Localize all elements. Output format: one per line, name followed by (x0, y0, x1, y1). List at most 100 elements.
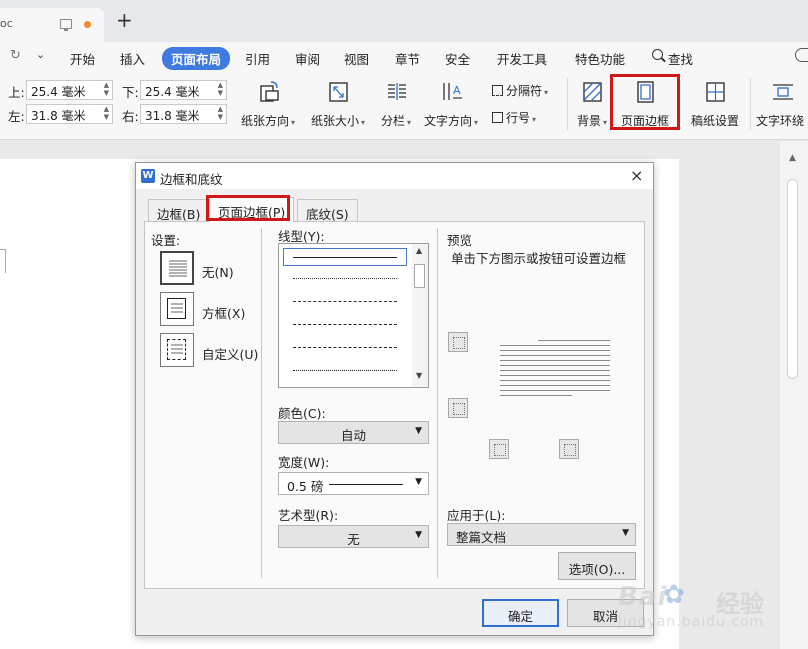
vertical-scrollbar[interactable]: ▲ (780, 141, 808, 649)
tab-borders[interactable]: 边框(B) (148, 199, 210, 222)
chevron-down-icon[interactable]: ▼ (415, 477, 422, 487)
top-border-button[interactable] (448, 332, 468, 352)
menu-security[interactable]: 安全 (445, 49, 470, 68)
redo-icon[interactable]: ↻ (10, 48, 21, 63)
background-icon (581, 80, 603, 102)
spinner-icon[interactable]: ▲ ▼ (104, 81, 109, 97)
chevron-down-icon[interactable]: ▼ (622, 528, 629, 538)
width-preview-line (329, 484, 403, 485)
linestyle-dashed-fine[interactable] (293, 301, 397, 302)
margin-right-input[interactable]: 31.8 毫米 ▲ ▼ (140, 104, 227, 124)
preview-page-lines[interactable] (500, 340, 610, 400)
line-numbers-button[interactable]: 行号 ▾ (492, 109, 536, 126)
monitor-icon[interactable] (60, 19, 72, 31)
close-icon[interactable]: × (630, 166, 643, 185)
borders-shading-dialog: W 边框和底纹 × 边框(B) 页面边框(P) 底纹(S) 设置: 无(N) 方… (135, 162, 654, 636)
options-button[interactable]: 选项(O)... (558, 552, 636, 580)
menu-chapter[interactable]: 章节 (395, 49, 420, 68)
document-tab[interactable]: oc (0, 8, 104, 42)
left-border-button[interactable] (489, 439, 509, 459)
setting-none-icon[interactable] (160, 251, 194, 285)
color-select-value: 自动 (340, 428, 366, 443)
ribbon-separator (567, 78, 568, 130)
chevron-down-icon[interactable]: ▼ (415, 530, 422, 540)
menu-insert[interactable]: 插入 (120, 49, 145, 68)
breaks-label: 分隔符 (506, 84, 543, 98)
width-label: 宽度(W): (278, 455, 330, 470)
paper-size-icon (327, 80, 349, 102)
paw-icon: ✿ (663, 580, 685, 610)
text-wrap-button[interactable]: 文字环绕 (756, 76, 808, 132)
quick-access-dropdown-icon[interactable]: ⌄ (36, 48, 45, 61)
margin-bottom-input[interactable]: 25.4 毫米 ▲ ▼ (140, 80, 227, 100)
linestyle-selected-item[interactable] (283, 248, 407, 266)
manuscript-settings-button[interactable]: 稿纸设置 (684, 76, 746, 132)
menu-references[interactable]: 引用 (245, 49, 270, 68)
menu-developer[interactable]: 开发工具 (497, 49, 547, 68)
ok-button[interactable]: 确定 (482, 599, 559, 627)
setting-none-label[interactable]: 无(N) (202, 262, 234, 281)
apply-to-select[interactable]: 整篇文档 ▼ (447, 523, 636, 546)
linestyle-dotted[interactable] (293, 278, 397, 279)
scroll-up-icon[interactable]: ▲ (416, 246, 422, 255)
spinner-icon[interactable]: ▲ ▼ (218, 81, 223, 97)
orientation-label: 纸张方向 (240, 114, 289, 128)
preview-label: 预览 (447, 233, 473, 248)
scrollbar-thumb[interactable] (414, 264, 425, 288)
paper-size-label: 纸张大小 (310, 114, 359, 128)
cloud-icon[interactable] (795, 48, 808, 62)
margin-left-label: 左: (8, 109, 25, 124)
linestyle-list[interactable]: ▲ ▼ (278, 243, 429, 388)
search-icon[interactable] (652, 49, 663, 60)
menu-home[interactable]: 开始 (70, 49, 95, 68)
bottom-border-button[interactable] (448, 398, 468, 418)
setting-box-icon[interactable] (160, 292, 194, 326)
right-border-button[interactable] (559, 439, 579, 459)
margin-left-input[interactable]: 31.8 毫米 ▲ ▼ (26, 104, 113, 124)
menu-review[interactable]: 审阅 (295, 49, 320, 68)
background-button[interactable]: 背景 ▾ (572, 76, 612, 132)
scroll-up-icon[interactable]: ▲ (789, 153, 796, 163)
scroll-down-icon[interactable]: ▼ (416, 371, 422, 380)
linestyle-scrollbar[interactable]: ▲ ▼ (412, 244, 428, 387)
options-button-label: 选项(O)... (568, 562, 626, 577)
setting-custom-label[interactable]: 自定义(U) (202, 344, 258, 363)
paper-size-button[interactable]: 纸张大小 ▾ (306, 76, 370, 132)
menu-page-layout[interactable]: 页面布局 (162, 47, 231, 70)
breaks-button[interactable]: 分隔符 ▾ (492, 82, 548, 99)
chevron-down-icon: ▾ (474, 118, 479, 127)
menu-search[interactable]: 查找 (668, 49, 693, 68)
window-tab-strip: oc + (0, 0, 808, 42)
art-select[interactable]: 无 ▼ (278, 525, 429, 548)
new-tab-icon[interactable]: + (116, 10, 133, 30)
linestyle-dashed[interactable] (293, 324, 397, 325)
scrollbar-thumb[interactable] (787, 179, 798, 379)
ok-button-label: 确定 (507, 609, 533, 624)
columns-button[interactable]: 分栏 ▾ (374, 76, 418, 132)
color-select[interactable]: 自动 ▼ (278, 421, 429, 444)
setting-custom-icon[interactable] (160, 333, 194, 367)
spinner-icon[interactable]: ▲ ▼ (104, 105, 109, 121)
setting-box-label[interactable]: 方框(X) (202, 303, 245, 322)
ribbon-toolbar: 上: 25.4 毫米 ▲ ▼ 下: 25.4 毫米 ▲ ▼ 左: 31.8 毫米 ▲… (0, 72, 808, 140)
tab-page-border[interactable]: 页面边框(P) (209, 197, 295, 222)
ribbon-separator (750, 78, 751, 130)
linestyle-dash-dot[interactable] (293, 347, 397, 348)
menu-special-features[interactable]: 特色功能 (575, 49, 625, 68)
chevron-down-icon: ▾ (544, 88, 549, 97)
section-divider (261, 228, 262, 578)
svg-text:A: A (453, 84, 461, 97)
tab-shading[interactable]: 底纹(S) (297, 199, 358, 222)
spinner-icon[interactable]: ▲ ▼ (218, 105, 223, 121)
tab-page-border-label: 页面边框(P) (218, 205, 286, 220)
menu-view[interactable]: 视图 (344, 49, 369, 68)
linestyle-dash-dot-dot[interactable] (293, 370, 397, 371)
dialog-titlebar[interactable]: W 边框和底纹 × (136, 163, 653, 189)
chevron-down-icon[interactable]: ▼ (415, 426, 422, 436)
text-direction-button[interactable]: A 文字方向 ▾ (420, 76, 482, 132)
orientation-button[interactable]: 纸张方向 ▾ (236, 76, 300, 132)
width-select[interactable]: 0.5 磅 ▼ (278, 472, 429, 495)
manuscript-grid-icon (704, 80, 726, 102)
margin-top-input[interactable]: 25.4 毫米 ▲ ▼ (26, 80, 113, 100)
color-label: 颜色(C): (278, 406, 326, 421)
